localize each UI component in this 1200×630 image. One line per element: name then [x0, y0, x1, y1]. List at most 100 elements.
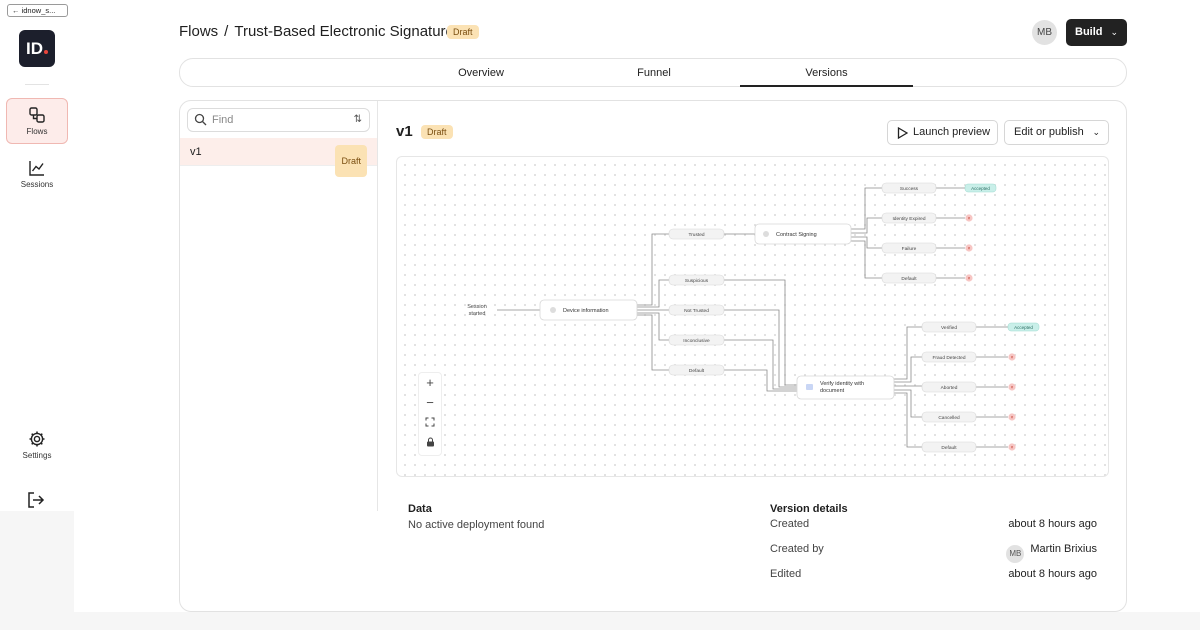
- rail-footer-area: [0, 511, 74, 630]
- nav-item-sessions[interactable]: Sessions: [6, 152, 68, 198]
- svg-text:×: ×: [968, 216, 971, 222]
- logout-icon: [28, 492, 45, 508]
- tab-funnel[interactable]: Funnel: [593, 59, 715, 87]
- edited-value: about 8 hours ago: [1008, 568, 1097, 580]
- workspace-back-pill[interactable]: ← idnow_s...: [7, 4, 68, 17]
- verify-outcome-fraud-detected[interactable]: Fraud Detected: [921, 351, 977, 363]
- device-information-label: Device information: [563, 308, 609, 314]
- launch-preview-button[interactable]: Launch preview: [887, 120, 998, 145]
- branch-label: Inconclusive: [683, 338, 710, 344]
- nav-label-sessions: Sessions: [20, 180, 54, 189]
- branch-label: Suspicious: [685, 278, 709, 284]
- outcome-label: Default: [941, 445, 957, 451]
- outcome-label: Fraud Detected: [932, 355, 965, 361]
- reject-marker: ×: [1008, 353, 1016, 361]
- flow-diagram: Session started Device information Truste…: [467, 182, 1040, 453]
- verify-outcome-aborted[interactable]: Aborted: [921, 381, 977, 393]
- flows-icon: [29, 107, 45, 123]
- rail-divider: [25, 84, 49, 85]
- nav-label-flows: Flows: [26, 127, 48, 136]
- contract-outcome-default[interactable]: Default: [881, 272, 937, 284]
- version-list-item[interactable]: v1 Draft: [180, 138, 377, 177]
- session-started-label: Session started: [467, 304, 487, 317]
- build-label: Build: [1075, 26, 1103, 38]
- data-title: Data: [408, 503, 432, 515]
- data-section: Data No active deployment found: [408, 503, 544, 531]
- branch-label: Not Trusted: [684, 308, 709, 314]
- branch-suspicious[interactable]: Suspicious: [668, 274, 725, 286]
- flow-canvas[interactable]: Session started Device information Truste…: [396, 156, 1109, 477]
- breadcrumb-flows-link[interactable]: Flows: [179, 23, 218, 40]
- page-footer-area: [74, 612, 1200, 630]
- reject-marker: ×: [1008, 443, 1016, 451]
- chevron-down-icon: ⌄: [1092, 127, 1100, 137]
- logout-button[interactable]: [26, 490, 48, 512]
- outcome-label: Identity Expired: [892, 216, 925, 222]
- tab-overview[interactable]: Overview: [420, 59, 542, 87]
- version-title: v1: [396, 123, 413, 140]
- version-details: Version details Created about 8 hours ag…: [770, 503, 1097, 580]
- status-badge: Draft: [447, 25, 479, 39]
- accepted-badge: Accepted: [1007, 322, 1040, 332]
- search-placeholder: Find: [212, 114, 234, 126]
- created-label: Created: [770, 518, 810, 530]
- verify-outcome-default[interactable]: Default: [921, 441, 977, 453]
- verify-outcome-cancelled[interactable]: Cancelled: [921, 411, 977, 423]
- contract-outcome-failure[interactable]: Failure: [881, 242, 937, 254]
- lock-button[interactable]: [419, 433, 441, 453]
- breadcrumb: Flows / Trust-Based Electronic Signature: [179, 23, 454, 40]
- logo-dot: [44, 50, 48, 54]
- contract-signing-node[interactable]: Contract Signing: [754, 223, 852, 245]
- search-icon: [194, 113, 207, 126]
- nav-item-flows[interactable]: Flows: [6, 98, 68, 144]
- verify-identity-node[interactable]: Verify identity with document: [796, 375, 895, 400]
- nav-label-settings: Settings: [22, 451, 52, 460]
- logo-text: ID: [26, 39, 43, 58]
- version-label: v1: [190, 146, 202, 158]
- fit-view-button[interactable]: [419, 413, 441, 433]
- edit-or-publish-button[interactable]: Edit or publish ⌄: [1004, 120, 1109, 145]
- outcome-label: Failure: [902, 246, 917, 252]
- build-button[interactable]: Build ⌄: [1066, 19, 1127, 46]
- svg-text:×: ×: [968, 276, 971, 282]
- zoom-in-button[interactable]: +: [419, 373, 441, 393]
- zoom-out-button[interactable]: −: [419, 393, 441, 413]
- avatar: MB: [1006, 545, 1025, 563]
- sort-icon[interactable]: ⇅: [354, 109, 362, 131]
- app-logo[interactable]: ID: [19, 30, 55, 67]
- created-by-row: Created by MB Martin Brixius: [770, 543, 1097, 563]
- search-input[interactable]: Find ⇅: [187, 108, 370, 132]
- outcome-label: Verified: [941, 325, 957, 331]
- data-text: No active deployment found: [408, 519, 545, 531]
- fit-view-icon: [425, 417, 435, 427]
- workspace-label: idnow_s...: [21, 6, 56, 15]
- verify-outcome-verified[interactable]: Verified: [921, 321, 977, 333]
- svg-text:×: ×: [1011, 385, 1014, 391]
- outcome-label: Success: [900, 186, 919, 192]
- edit-or-publish-label: Edit or publish: [1014, 126, 1084, 138]
- branch-default[interactable]: Default: [668, 364, 725, 376]
- breadcrumb-separator: /: [224, 23, 229, 40]
- device-information-node[interactable]: Device information: [539, 299, 638, 321]
- svg-text:×: ×: [1011, 415, 1014, 421]
- tab-versions[interactable]: Versions: [740, 59, 913, 87]
- branch-not-trusted[interactable]: Not Trusted: [668, 304, 725, 316]
- branch-label: Default: [689, 368, 705, 374]
- reject-marker: ×: [1008, 413, 1016, 421]
- accepted-badge: Accepted: [964, 183, 997, 193]
- avatar[interactable]: MB: [1032, 20, 1057, 45]
- branch-trusted[interactable]: Trusted: [668, 228, 725, 240]
- contract-outcome-success[interactable]: Success: [881, 182, 937, 194]
- branch-inconclusive[interactable]: Inconclusive: [668, 334, 725, 346]
- nav-item-settings[interactable]: Settings: [6, 423, 68, 469]
- contract-outcome-identity-expired[interactable]: Identity Expired: [881, 212, 937, 224]
- versions-card: Find ⇅ v1 Draft v1 Draft Launch preview …: [179, 100, 1127, 612]
- created-value: about 8 hours ago: [1008, 518, 1097, 530]
- outcome-label: Default: [901, 276, 917, 282]
- created-by-label: Created by: [770, 543, 824, 555]
- outcome-label: Aborted: [941, 385, 958, 391]
- gear-icon: [29, 431, 45, 447]
- chevron-down-icon: ⌄: [1110, 27, 1118, 37]
- edited-label: Edited: [770, 568, 802, 580]
- created-by-value: Martin Brixius: [1030, 543, 1097, 555]
